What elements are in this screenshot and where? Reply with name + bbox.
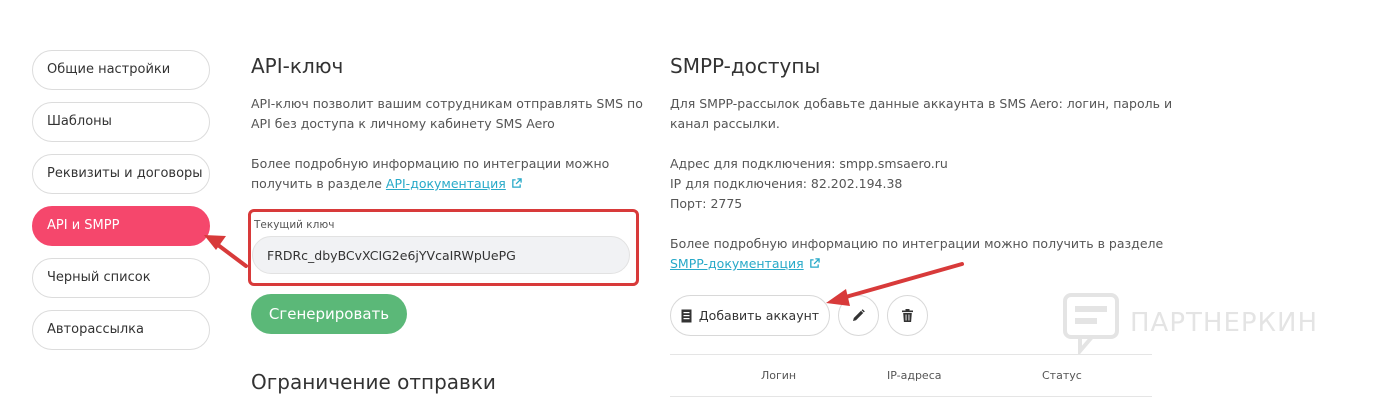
chat-logo-icon bbox=[1063, 293, 1119, 354]
smpp-port: Порт: 2775 bbox=[670, 196, 743, 211]
table-header-login: Логин bbox=[761, 369, 797, 382]
sidebar-item-api-smpp[interactable]: API и SMPP bbox=[32, 206, 210, 246]
send-limit-title: Ограничение отправки bbox=[251, 370, 496, 394]
table-header-ip: IP-адреса bbox=[887, 369, 942, 382]
smpp-address: Адрес для подключения: smpp.smsaero.ru bbox=[670, 156, 948, 171]
smpp-desc-line1: Для SMPP-рассылок добавьте данные аккаун… bbox=[670, 96, 1173, 111]
smpp-connection-info: Адрес для подключения: smpp.smsaero.ru I… bbox=[670, 154, 948, 214]
smpp-desc-line2: канал рассылки. bbox=[670, 116, 780, 131]
smpp-description: Для SMPP-рассылок добавьте данные аккаун… bbox=[670, 94, 1172, 134]
trash-icon bbox=[902, 309, 913, 322]
api-info-line2: получить в разделе API-документация bbox=[251, 174, 609, 194]
current-key-label: Текущий ключ bbox=[254, 219, 335, 231]
external-link-icon[interactable] bbox=[511, 178, 522, 189]
add-account-label: Добавить аккаунт bbox=[698, 308, 820, 323]
api-key-description: API-ключ позволит вашим сотрудникам отпр… bbox=[251, 94, 643, 134]
sidebar-item-requisites[interactable]: Реквизиты и договоры bbox=[32, 154, 210, 194]
external-link-icon[interactable] bbox=[809, 258, 820, 269]
smpp-integration-info: Более подробную информацию по интеграции… bbox=[670, 234, 1163, 274]
api-desc-line1: API-ключ позволит вашим сотрудникам отпр… bbox=[251, 96, 643, 111]
table-top-border bbox=[670, 354, 1152, 355]
edit-account-button[interactable] bbox=[838, 295, 879, 336]
smpp-info-line2: SMPP-документация bbox=[670, 254, 1163, 274]
api-desc-line2: API без доступа к личному кабинету SMS A… bbox=[251, 116, 555, 131]
sidebar-item-templates[interactable]: Шаблоны bbox=[32, 102, 210, 142]
watermark: ПАРТНЕРКИН bbox=[1062, 292, 1318, 354]
smpp-ip: IP для подключения: 82.202.194.38 bbox=[670, 176, 903, 191]
api-info-line1: Более подробную информацию по интеграции… bbox=[251, 156, 610, 171]
add-account-button[interactable]: Добавить аккаунт bbox=[670, 295, 830, 336]
api-integration-info: Более подробную информацию по интеграции… bbox=[251, 154, 609, 194]
api-key-title: API-ключ bbox=[251, 54, 344, 78]
smpp-title: SMPP-доступы bbox=[670, 54, 821, 78]
document-icon bbox=[681, 309, 692, 322]
api-docs-link[interactable]: API-документация bbox=[386, 176, 506, 191]
smpp-info-line1: Более подробную информацию по интеграции… bbox=[670, 236, 1164, 251]
current-key-input[interactable] bbox=[252, 236, 630, 274]
generate-button[interactable]: Сгенерировать bbox=[251, 294, 407, 334]
smpp-docs-link[interactable]: SMPP-документация bbox=[670, 256, 804, 271]
arrow-to-sidebar bbox=[204, 235, 248, 268]
sidebar-item-general-settings[interactable]: Общие настройки bbox=[32, 50, 210, 90]
api-info-prefix: получить в разделе bbox=[251, 176, 386, 191]
sidebar-item-autosend[interactable]: Авторассылка bbox=[32, 310, 210, 350]
delete-account-button[interactable] bbox=[887, 295, 928, 336]
pencil-icon bbox=[853, 309, 865, 321]
table-header-border bbox=[670, 396, 1152, 397]
watermark-text: ПАРТНЕРКИН bbox=[1130, 308, 1319, 338]
table-header-status: Статус bbox=[1042, 369, 1082, 382]
sidebar-item-blacklist[interactable]: Черный список bbox=[32, 258, 210, 298]
